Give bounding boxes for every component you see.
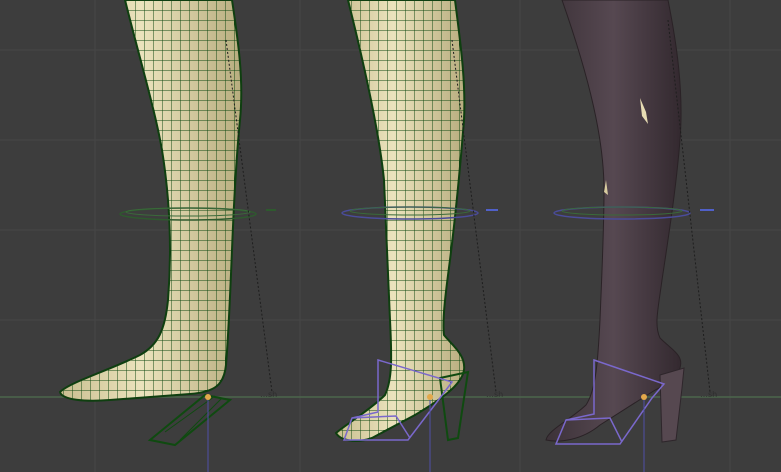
viewport-canvas (0, 0, 781, 472)
heeled-leg-model[interactable] (334, 0, 498, 472)
3d-viewport[interactable]: …sh …sh …sh (0, 0, 781, 472)
bare-leg-model[interactable] (58, 0, 276, 472)
object-label: …sh (260, 390, 278, 399)
origin-point[interactable] (641, 394, 647, 400)
origin-point[interactable] (427, 394, 433, 400)
stocking-leg-model[interactable] (545, 0, 714, 472)
object-label: …sh (486, 390, 504, 399)
shoe-heel (659, 367, 685, 443)
object-label: …sh (700, 390, 718, 399)
origin-point[interactable] (205, 394, 211, 400)
